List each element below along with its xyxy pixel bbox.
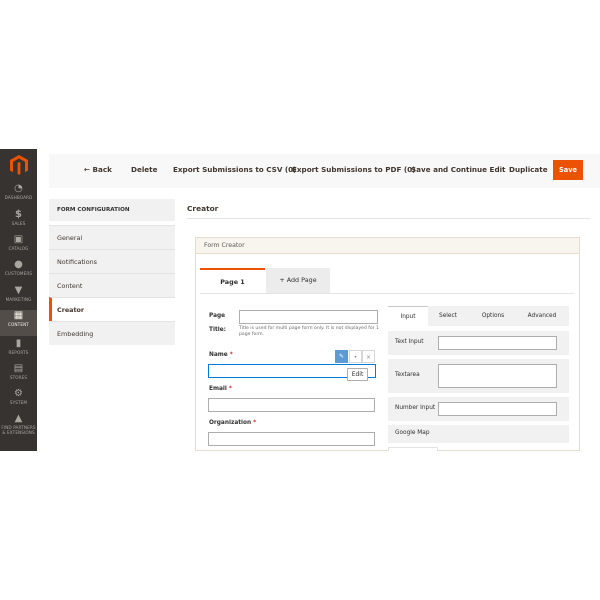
sidebar-item-label: FIND PARTNERS & EXTENSIONS <box>1 425 36 435</box>
palette-tab-input[interactable]: Input <box>388 306 428 326</box>
palette-tab-select[interactable]: Select <box>428 306 468 326</box>
palette-tab-options[interactable]: Options <box>471 306 515 326</box>
form-configuration-title: FORM CONFIGURATION <box>49 199 175 221</box>
section-divider <box>187 218 590 219</box>
admin-frame: ◔ DASHBOARD $ SALES ▣ CATALOG ● CUSTOMER… <box>0 149 600 451</box>
speedometer-icon: ◔ <box>14 183 23 194</box>
palette-item-partial[interactable] <box>388 447 438 451</box>
page-tabs-divider <box>200 293 574 294</box>
organization-field-label: Organization * <box>209 420 257 426</box>
sidebar-item-marketing[interactable]: ▼ MARKETING <box>0 285 37 309</box>
palette-item-textarea[interactable]: Textarea <box>388 359 569 393</box>
partners-icon: ▲ <box>14 413 23 424</box>
sidebar-item-label: SALES <box>11 221 26 226</box>
gear-icon: ⚙ <box>14 388 23 399</box>
form-creator-header: Form Creator <box>196 238 579 254</box>
sidebar-item-system[interactable]: ⚙ SYSTEM <box>0 388 37 412</box>
storefront-icon: ▤ <box>13 363 24 374</box>
save-button[interactable]: Save <box>553 160 583 180</box>
sidebar-item-label: REPORTS <box>8 350 29 355</box>
palette-preview-textarea <box>438 364 557 388</box>
email-field-label: Email * <box>209 386 232 392</box>
sidebar-item-catalog[interactable]: ▣ CATALOG <box>0 234 37 258</box>
palette-item-label: Text Input <box>395 339 424 345</box>
section-title: Creator <box>187 204 219 213</box>
palette-item-number-input[interactable]: Number Input <box>388 397 569 421</box>
sidebar-item-stores[interactable]: ▤ STORES <box>0 363 37 387</box>
back-button[interactable]: ← Back <box>84 165 112 174</box>
field-palette-tabs: Input Select Options Advanced <box>388 306 569 326</box>
close-icon: × <box>365 354 372 361</box>
magento-logo-icon[interactable] <box>9 154 29 176</box>
sidebar-item-label: CUSTOMERS <box>4 271 33 276</box>
edit-field-button[interactable]: ✎ <box>335 350 348 363</box>
sidebar-item-label: SYSTEM <box>9 400 28 405</box>
palette-item-label: Google Map <box>395 430 430 436</box>
field-option-button[interactable]: • <box>349 350 362 363</box>
sidebar-item-label: CATALOG <box>8 246 29 251</box>
sidebar-item-partners[interactable]: ▲ FIND PARTNERS & EXTENSIONS <box>0 413 37 443</box>
organization-field-input[interactable] <box>208 432 375 446</box>
dot-icon: • <box>353 354 358 361</box>
page-title-input[interactable] <box>239 310 378 324</box>
duplicate-button[interactable]: Duplicate <box>509 165 548 174</box>
sidebar-item-dashboard[interactable]: ◔ DASHBOARD <box>0 183 37 207</box>
sidebar-item-customers[interactable]: ● CUSTOMERS <box>0 259 37 283</box>
palette-item-label: Textarea <box>395 372 420 378</box>
form-creator-panel: Form Creator Page 1 + Add Page Page Titl… <box>195 237 580 451</box>
person-icon: ● <box>14 259 23 270</box>
palette-preview-input <box>438 402 557 416</box>
add-page-button[interactable]: + Add Page <box>266 268 330 293</box>
sidebar-item-content[interactable]: ▦ CONTENT <box>0 310 37 336</box>
bar-chart-icon: ▮ <box>15 338 22 349</box>
page-actions-toolbar: ← Back Delete Export Submissions to CSV … <box>49 154 600 188</box>
name-field-label: Name * <box>209 352 233 358</box>
pencil-icon: ✎ <box>338 353 345 360</box>
config-tab-notifications[interactable]: Notifications <box>49 249 175 273</box>
page-title-label-line1: Page <box>209 313 226 319</box>
sidebar-item-label: MARKETING <box>5 297 32 302</box>
palette-tab-advanced[interactable]: Advanced <box>518 306 566 326</box>
page-title-label-line2: Title: <box>209 327 226 333</box>
page-tab-1[interactable]: Page 1 <box>200 268 265 293</box>
delete-button[interactable]: Delete <box>131 165 158 174</box>
palette-item-text-input[interactable]: Text Input <box>388 331 569 355</box>
config-tab-embedding[interactable]: Embedding <box>49 321 175 345</box>
palette-item-google-map[interactable]: Google Map <box>388 425 569 443</box>
sidebar-item-label: CONTENT <box>8 322 29 327</box>
megaphone-icon: ▼ <box>14 285 23 296</box>
palette-preview-input <box>438 336 557 350</box>
email-field-input[interactable] <box>208 398 375 412</box>
remove-field-button[interactable]: × <box>362 350 375 363</box>
admin-sidebar: ◔ DASHBOARD $ SALES ▣ CATALOG ● CUSTOMER… <box>0 149 37 451</box>
export-csv-button[interactable]: Export Submissions to CSV (0) <box>173 165 296 174</box>
sidebar-item-sales[interactable]: $ SALES <box>0 209 37 233</box>
sidebar-item-reports[interactable]: ▮ REPORTS <box>0 338 37 362</box>
sidebar-item-label: STORES <box>9 375 28 380</box>
edit-tooltip: Edit <box>347 368 368 381</box>
config-tab-content[interactable]: Content <box>49 273 175 297</box>
save-continue-button[interactable]: Save and Continue Edit <box>411 165 506 174</box>
sidebar-item-label: DASHBOARD <box>4 195 33 200</box>
page-title-note: Title is used for multi page form only. … <box>239 326 379 337</box>
dollar-icon: $ <box>15 209 22 220</box>
layout-icon: ▦ <box>13 310 24 321</box>
palette-item-label: Number Input <box>395 405 436 411</box>
config-tab-general[interactable]: General <box>49 225 175 249</box>
cube-icon: ▣ <box>13 234 24 245</box>
config-tab-creator[interactable]: Creator <box>49 297 175 321</box>
export-pdf-button[interactable]: Export Submissions to PDF (0) <box>292 165 415 174</box>
